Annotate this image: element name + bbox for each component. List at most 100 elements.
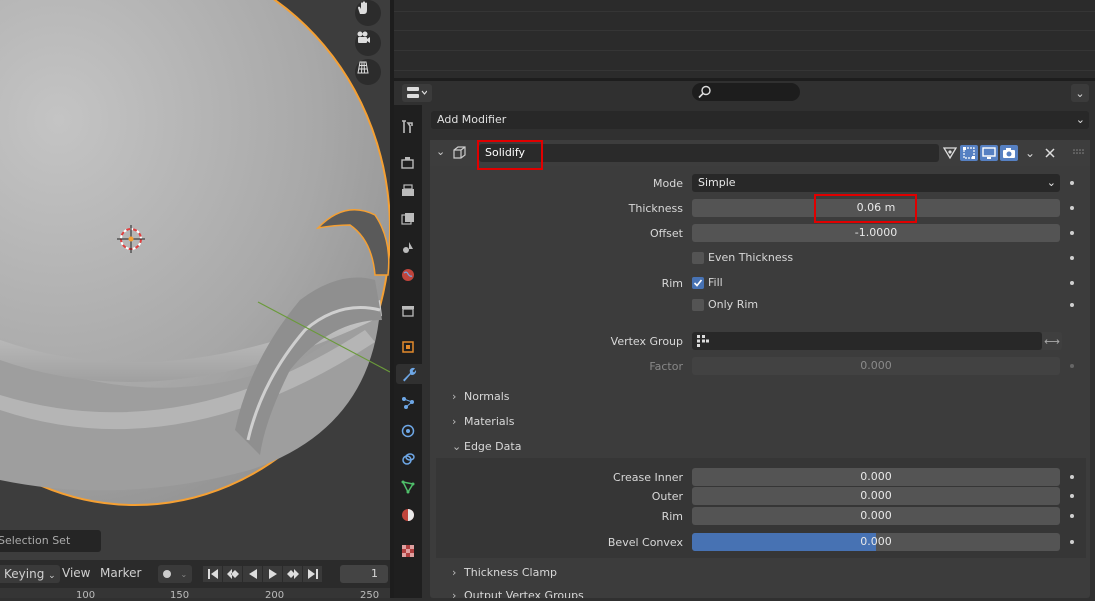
view-layer-tab-icon[interactable] xyxy=(398,209,418,229)
row-divider xyxy=(394,11,1095,12)
crease-inner-label: Crease Inner xyxy=(613,471,683,484)
view-menu[interactable]: View xyxy=(62,566,90,580)
3d-viewport[interactable]: Selection Set xyxy=(0,0,390,560)
bevel-convex-slider[interactable]: 0.000 xyxy=(692,533,1060,551)
normals-subpanel[interactable]: › Normals xyxy=(452,390,510,403)
keyframe-dot[interactable] xyxy=(1070,364,1074,368)
rim-crease-label: Rim xyxy=(661,510,683,523)
collapse-chevron-icon[interactable]: ⌄ xyxy=(436,145,445,158)
keyframe-dot[interactable] xyxy=(1070,303,1074,307)
jump-end-button[interactable] xyxy=(303,566,322,582)
extras-chevron-down-icon[interactable]: ⌄ xyxy=(1021,145,1039,161)
chevron-right-icon: › xyxy=(452,566,457,579)
marker-menu[interactable]: Marker xyxy=(100,566,141,580)
edge-data-subpanel[interactable]: ⌄ Edge Data xyxy=(452,440,521,453)
texture-tab-icon[interactable] xyxy=(398,541,418,561)
thickness-clamp-subpanel[interactable]: › Thickness Clamp xyxy=(452,566,557,579)
even-thickness-label: Even Thickness xyxy=(708,251,794,264)
drag-handle-icon[interactable] xyxy=(1070,145,1088,161)
offset-field[interactable]: -1.0000 xyxy=(692,224,1060,242)
particles-tab-icon[interactable] xyxy=(398,393,418,413)
keyframe-dot[interactable] xyxy=(1070,256,1074,260)
normals-label: Normals xyxy=(464,390,510,403)
factor-field[interactable]: 0.000 xyxy=(692,357,1060,375)
outer-field[interactable]: 0.000 xyxy=(692,487,1060,505)
world-tab-icon[interactable] xyxy=(398,265,418,285)
even-thickness-checkbox[interactable] xyxy=(692,252,704,264)
keyframe-dot[interactable] xyxy=(1070,475,1074,479)
prev-keyframe-button[interactable] xyxy=(223,566,242,582)
keyframe-dot[interactable] xyxy=(1070,206,1074,210)
keyframe-dot[interactable] xyxy=(1070,494,1074,498)
material-tab-icon[interactable] xyxy=(398,505,418,525)
grid-ortho-icon[interactable] xyxy=(355,59,381,85)
chevron-right-icon: › xyxy=(452,390,457,403)
tool-tab-icon[interactable] xyxy=(398,117,418,137)
object-tab-icon[interactable] xyxy=(398,337,418,357)
ruler-label: 100 xyxy=(76,590,96,601)
keyframe-dot[interactable] xyxy=(1070,514,1074,518)
modifier-tab-wrench-icon[interactable] xyxy=(396,364,422,384)
render-tab-icon[interactable] xyxy=(398,153,418,173)
only-rim-checkbox[interactable] xyxy=(692,299,704,311)
output-tab-icon[interactable] xyxy=(398,181,418,201)
play-reverse-button[interactable] xyxy=(243,566,262,582)
output-vertex-groups-subpanel[interactable]: › Output Vertex Groups xyxy=(452,589,584,598)
data-tab-icon[interactable] xyxy=(398,477,418,497)
offset-label: Offset xyxy=(649,227,683,240)
sphere-mesh xyxy=(0,0,390,506)
collection-tab-icon[interactable] xyxy=(398,301,418,321)
auto-keying-toggle[interactable]: ⌄ xyxy=(158,565,192,583)
keyframe-dot[interactable] xyxy=(1070,181,1074,185)
modifier-name-field[interactable]: Solidify xyxy=(479,144,939,162)
keying-menu[interactable]: Keying ⌄ xyxy=(0,565,60,583)
jump-start-button[interactable] xyxy=(203,566,222,582)
keyframe-dot[interactable] xyxy=(1070,540,1074,544)
viewport-display-toggle-icon[interactable] xyxy=(980,145,998,161)
properties-editor-icon xyxy=(407,87,427,98)
chevron-down-icon: ⌄ xyxy=(1046,176,1056,189)
bevel-convex-label: Bevel Convex xyxy=(607,536,683,549)
pan-hand-icon[interactable] xyxy=(355,0,381,26)
on-cage-toggle-icon[interactable] xyxy=(941,145,959,161)
search-input[interactable] xyxy=(692,83,800,101)
chevron-down-icon: ⌄ xyxy=(452,440,462,453)
row-divider xyxy=(394,50,1095,51)
add-modifier-dropdown[interactable]: Add Modifier ⌄ xyxy=(431,111,1089,129)
thickness-label: Thickness xyxy=(628,202,683,215)
camera-view-icon[interactable] xyxy=(355,30,381,56)
invert-arrows-icon[interactable]: ⟷ xyxy=(1042,332,1062,350)
scene-tab-icon[interactable] xyxy=(398,237,418,257)
current-frame-field[interactable]: 1 xyxy=(340,565,388,583)
timeline-ruler[interactable] xyxy=(0,588,390,598)
play-button[interactable] xyxy=(263,566,282,582)
keyframe-dot[interactable] xyxy=(1070,231,1074,235)
vertex-group-field[interactable] xyxy=(692,332,1042,350)
remove-modifier-close-icon[interactable] xyxy=(1041,145,1059,161)
editor-type-button[interactable] xyxy=(402,84,432,102)
options-dropdown-button[interactable]: ⌄ xyxy=(1071,84,1089,102)
mode-dropdown[interactable]: Simple ⌄ xyxy=(692,174,1060,192)
checkmark-icon xyxy=(693,279,703,287)
keyframe-dot[interactable] xyxy=(1070,281,1074,285)
chevron-down-icon: ⌄ xyxy=(180,569,188,579)
ruler-label: 250 xyxy=(360,590,380,601)
materials-subpanel[interactable]: › Materials xyxy=(452,415,514,428)
render-toggle-camera-icon[interactable] xyxy=(1000,145,1018,161)
keying-label: Keying xyxy=(4,567,45,581)
thickness-clamp-label: Thickness Clamp xyxy=(464,566,558,579)
crease-inner-field[interactable]: 0.000 xyxy=(692,468,1060,486)
search-icon xyxy=(698,85,711,99)
edit-mode-toggle-icon[interactable] xyxy=(960,145,978,161)
output-vertex-groups-label: Output Vertex Groups xyxy=(464,589,584,598)
selection-set-menu[interactable]: Selection Set xyxy=(0,530,101,552)
rim-crease-field[interactable]: 0.000 xyxy=(692,507,1060,525)
bevel-convex-fill xyxy=(692,533,876,551)
physics-tab-icon[interactable] xyxy=(398,421,418,441)
constraints-tab-icon[interactable] xyxy=(398,449,418,469)
fill-checkbox[interactable] xyxy=(692,277,704,289)
next-keyframe-button[interactable] xyxy=(283,566,302,582)
ruler-label: 200 xyxy=(265,590,285,601)
bevel-convex-value: 0.000 xyxy=(860,535,892,548)
fill-label: Fill xyxy=(708,276,723,289)
